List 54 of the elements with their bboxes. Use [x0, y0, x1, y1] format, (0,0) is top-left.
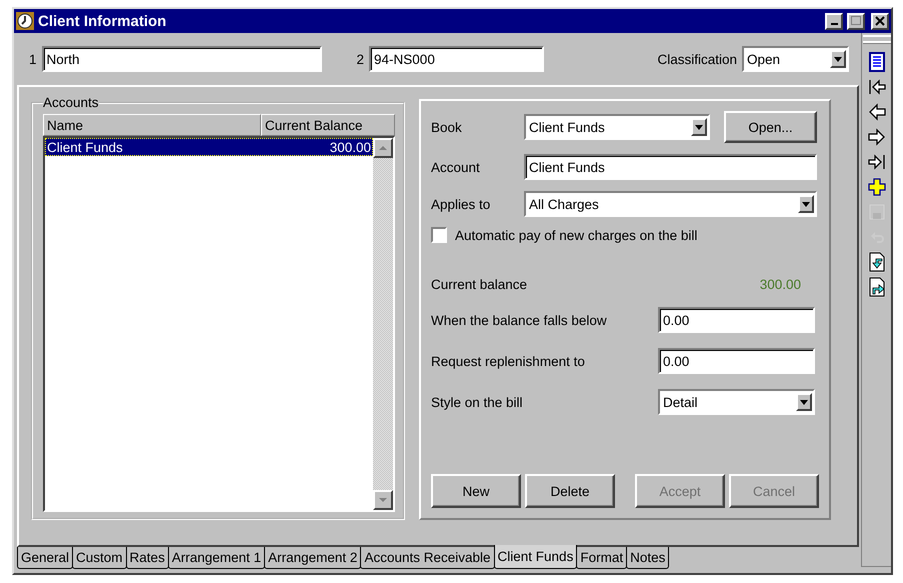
checkbox[interactable] [431, 227, 447, 243]
text-field[interactable]: 94-NS000 [369, 46, 544, 72]
toolbar-grip[interactable] [862, 35, 890, 43]
close-icon [875, 16, 885, 26]
maximize-icon [851, 16, 861, 26]
applies-to-dropdown[interactable]: All Charges [524, 191, 817, 217]
group-title: Accounts [43, 95, 99, 110]
minimize-button[interactable] [825, 12, 843, 30]
window-title: Client Information [38, 12, 166, 30]
arrow-icon[interactable] [866, 102, 886, 122]
arrow-icon[interactable] [866, 127, 886, 147]
field-number: 2 [356, 52, 364, 66]
action-button[interactable]: New [431, 474, 521, 508]
account-label: Account [431, 160, 481, 174]
amount-field[interactable]: 0.00 [658, 348, 815, 374]
arrow-icon[interactable] [866, 152, 886, 172]
clock-icon [16, 12, 34, 30]
account-field[interactable]: Client Funds [524, 154, 817, 180]
maximize-button[interactable] [847, 12, 865, 30]
classification-label: Classification [657, 52, 737, 66]
open-button[interactable]: Open... [724, 111, 817, 143]
book-dropdown[interactable]: Client Funds [524, 114, 710, 140]
checkbox-label: Automatic pay of new charges on the bill [455, 228, 698, 242]
current-balance-value: 300.00 [760, 277, 801, 292]
action-button[interactable]: Delete [525, 474, 615, 508]
document-arrow-icon[interactable] [866, 277, 886, 297]
tab[interactable]: Client Funds [494, 545, 578, 569]
tab[interactable]: General [17, 547, 74, 569]
field-label: Request replenishment to [431, 354, 586, 368]
plus-icon[interactable] [866, 177, 886, 197]
classification-dropdown[interactable]: Open [742, 46, 849, 72]
book-label: Book [431, 120, 463, 134]
field-number: 1 [29, 52, 37, 66]
account-row[interactable]: Client Funds 300.00 [45, 138, 373, 156]
amount-field[interactable]: 0.00 [658, 307, 815, 333]
style-dropdown[interactable]: Detail [658, 389, 815, 415]
column-header[interactable]: Current Balance [261, 114, 395, 136]
account-balance: 300.00 [330, 140, 371, 154]
account-name: Client Funds [47, 140, 123, 154]
field-label: When the balance falls below [431, 312, 608, 328]
document-arrow-icon[interactable] [866, 252, 886, 272]
close-button[interactable] [871, 12, 889, 30]
tab[interactable]: Notes [626, 547, 670, 569]
applies-to-label: Applies to [431, 196, 492, 212]
current-balance-label: Current balance [431, 277, 528, 292]
scroll-up-icon[interactable] [373, 138, 393, 158]
scroll-down-icon[interactable] [373, 490, 393, 510]
field-label: Style on the bill [431, 394, 524, 410]
scrollbar[interactable] [373, 138, 393, 510]
text-field[interactable]: North [42, 46, 322, 72]
arrow-icon[interactable] [866, 77, 886, 97]
column-header[interactable]: Name [43, 114, 261, 136]
minimize-icon [830, 23, 838, 25]
list-icon[interactable] [866, 52, 886, 72]
